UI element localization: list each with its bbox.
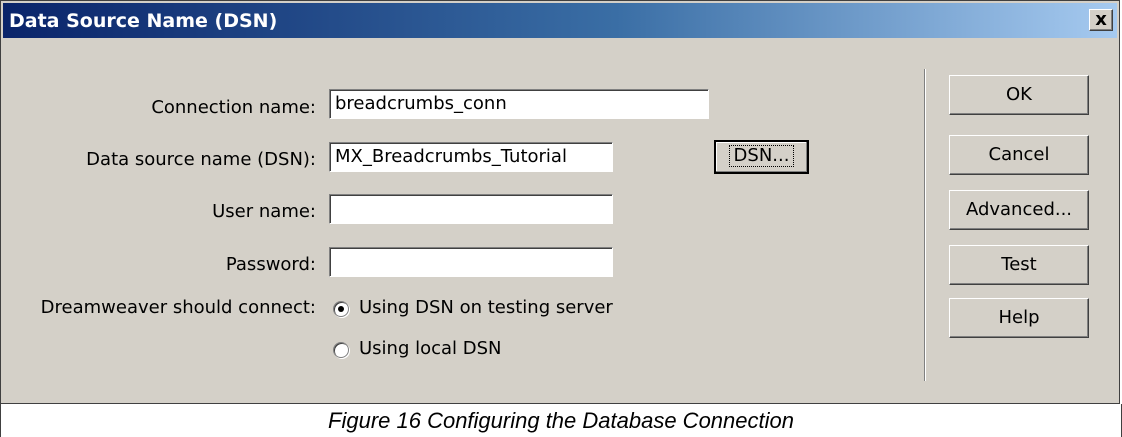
- radio-local-dsn[interactable]: [333, 342, 349, 358]
- dsn-dialog: Data Source Name (DSN) x Connection name…: [0, 0, 1120, 404]
- ok-button[interactable]: OK: [949, 75, 1089, 115]
- radio-testing-server[interactable]: [333, 301, 349, 317]
- dsn-input[interactable]: MX_Breadcrumbs_Tutorial: [329, 142, 613, 172]
- title-bar[interactable]: Data Source Name (DSN) x: [3, 3, 1117, 38]
- user-name-input[interactable]: [329, 194, 613, 224]
- connect-label: Dreamweaver should connect:: [40, 297, 316, 318]
- close-button[interactable]: x: [1089, 9, 1113, 31]
- figure-caption: Figure 16 Configuring the Database Conne…: [0, 404, 1122, 437]
- separator: [924, 69, 926, 381]
- dialog-title: Data Source Name (DSN): [9, 10, 278, 32]
- user-name-label: User name:: [212, 201, 316, 222]
- help-button[interactable]: Help: [949, 298, 1089, 338]
- cancel-button[interactable]: Cancel: [949, 135, 1089, 175]
- dsn-browse-button[interactable]: DSN...: [714, 140, 809, 174]
- password-input[interactable]: [329, 247, 613, 277]
- radio-testing-server-label[interactable]: Using DSN on testing server: [359, 297, 613, 318]
- connection-name-label: Connection name:: [151, 97, 316, 118]
- test-button[interactable]: Test: [949, 245, 1089, 285]
- radio-local-dsn-label[interactable]: Using local DSN: [359, 338, 502, 359]
- password-label: Password:: [225, 254, 316, 275]
- dsn-label: Data source name (DSN):: [86, 149, 316, 170]
- connection-name-input[interactable]: breadcrumbs_conn: [329, 89, 709, 119]
- close-icon: x: [1095, 9, 1107, 30]
- dsn-browse-label: DSN...: [728, 145, 795, 167]
- advanced-button[interactable]: Advanced...: [949, 190, 1089, 230]
